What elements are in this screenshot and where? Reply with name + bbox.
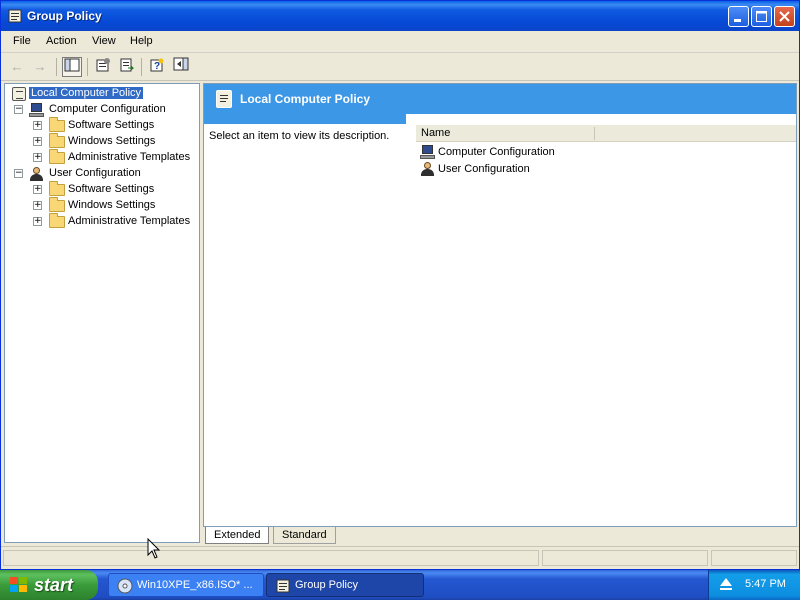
expand-icon[interactable]: + [33, 217, 42, 226]
title-bar[interactable]: Group Policy [1, 1, 799, 31]
taskbar-item-iso[interactable]: Win10XPE_x86.ISO* ... [108, 573, 264, 597]
start-button[interactable]: start [0, 570, 98, 600]
details-header: Local Computer Policy [204, 84, 796, 114]
tree-label: Administrative Templates [68, 215, 191, 227]
details-header-curve [406, 114, 796, 124]
description-text: Select an item to view its description. [209, 130, 390, 142]
tab-extended[interactable]: Extended [205, 527, 270, 544]
maximize-button[interactable] [751, 6, 772, 27]
show-hide-console-tree-icon[interactable] [62, 57, 82, 77]
tree-label: Administrative Templates [68, 151, 191, 163]
group-policy-window: Group Policy File Action View Help ← → ?… [0, 0, 800, 570]
computer-icon [29, 103, 44, 117]
start-label: start [34, 575, 74, 595]
tree-label: User Configuration [49, 167, 141, 179]
list-item[interactable]: User Configuration [420, 161, 620, 178]
export-list-icon[interactable] [117, 57, 137, 77]
group-policy-app-icon [275, 578, 291, 594]
tree-item-local-computer-policy[interactable]: Local Computer Policy [5, 86, 195, 102]
view-tabs: Extended Standard [203, 526, 797, 544]
toolbar-separator [141, 58, 142, 76]
status-cell [711, 550, 797, 566]
toolbar-separator [56, 58, 57, 76]
user-icon [420, 162, 435, 176]
tree-label: Software Settings [68, 119, 155, 131]
eject-icon[interactable] [719, 578, 733, 590]
menu-bar: File Action View Help [1, 31, 799, 53]
tree-label: Local Computer Policy [29, 87, 144, 99]
policy-scroll-icon [216, 90, 232, 108]
list-item-label: Computer Configuration [438, 146, 555, 158]
tree-item-windows-settings[interactable]: + Windows Settings [5, 197, 195, 214]
tree-item-user-configuration[interactable]: − User Configuration [5, 166, 195, 182]
toolbar-separator [87, 58, 88, 76]
minimize-button[interactable] [728, 6, 749, 27]
menu-file[interactable]: File [13, 35, 31, 47]
tab-standard[interactable]: Standard [273, 527, 336, 544]
console-tree[interactable]: Local Computer Policy − Computer Configu… [4, 83, 200, 543]
collapse-icon[interactable]: − [14, 169, 23, 178]
tree-label: Computer Configuration [49, 103, 166, 115]
close-icon [779, 11, 790, 22]
tree-item-administrative-templates[interactable]: + Administrative Templates [5, 213, 195, 230]
system-tray: 5:47 PM [708, 570, 800, 600]
details-header-band [204, 114, 406, 124]
folder-icon [49, 117, 65, 132]
tree-item-software-settings[interactable]: + Software Settings [5, 181, 195, 198]
taskbar-item-label: Win10XPE_x86.ISO* ... [137, 579, 253, 591]
window-title: Group Policy [27, 9, 102, 23]
disc-icon [117, 578, 133, 594]
policy-scroll-icon [12, 87, 26, 101]
taskbar-item-group-policy[interactable]: Group Policy [266, 573, 424, 597]
details-header-title: Local Computer Policy [240, 92, 371, 106]
column-name-header[interactable]: Name [421, 127, 450, 139]
user-icon [29, 167, 44, 181]
back-arrow-icon[interactable]: ← [7, 57, 27, 77]
status-cell [542, 550, 708, 566]
expand-icon[interactable]: + [33, 153, 42, 162]
column-divider[interactable] [594, 127, 595, 140]
tree-label: Software Settings [68, 183, 155, 195]
menu-view[interactable]: View [92, 35, 116, 47]
list-item[interactable]: Computer Configuration [420, 144, 620, 161]
group-policy-app-icon [7, 8, 23, 24]
expand-icon[interactable]: + [33, 121, 42, 130]
forward-arrow-icon[interactable]: → [30, 57, 50, 77]
status-cell [3, 550, 539, 566]
expand-icon[interactable]: + [33, 201, 42, 210]
collapse-icon[interactable]: − [14, 105, 23, 114]
show-hide-action-pane-icon[interactable] [171, 57, 191, 77]
clock[interactable]: 5:47 PM [745, 578, 786, 590]
toolbar: ← → ? [1, 53, 799, 81]
close-button[interactable] [774, 6, 795, 27]
list-item-label: User Configuration [438, 163, 530, 175]
properties-icon[interactable] [93, 57, 113, 77]
expand-icon[interactable]: + [33, 185, 42, 194]
tree-item-windows-settings[interactable]: + Windows Settings [5, 133, 195, 150]
folder-icon [49, 133, 65, 148]
mouse-cursor-icon [147, 538, 161, 559]
tree-item-software-settings[interactable]: + Software Settings [5, 117, 195, 134]
details-pane: Local Computer Policy Select an item to … [203, 83, 797, 543]
taskbar-item-label: Group Policy [295, 579, 358, 591]
list-column-header: Name [416, 125, 796, 142]
expand-icon[interactable]: + [33, 137, 42, 146]
folder-icon [49, 213, 65, 228]
folder-icon [49, 197, 65, 212]
menu-action[interactable]: Action [46, 35, 77, 47]
tree-label: Windows Settings [68, 135, 156, 147]
maximize-icon [756, 11, 767, 22]
computer-icon [420, 145, 435, 159]
taskbar: start Win10XPE_x86.ISO* ... Group Policy… [0, 570, 800, 600]
minimize-icon [734, 19, 741, 22]
folder-icon [49, 181, 65, 196]
status-bar [1, 546, 799, 568]
tree-item-computer-configuration[interactable]: − Computer Configuration [5, 102, 195, 118]
menu-help[interactable]: Help [130, 35, 153, 47]
tree-item-administrative-templates[interactable]: + Administrative Templates [5, 149, 195, 166]
help-icon[interactable]: ? [147, 57, 167, 77]
tree-label: Windows Settings [68, 199, 156, 211]
folder-icon [49, 149, 65, 164]
windows-logo-icon [10, 577, 28, 593]
